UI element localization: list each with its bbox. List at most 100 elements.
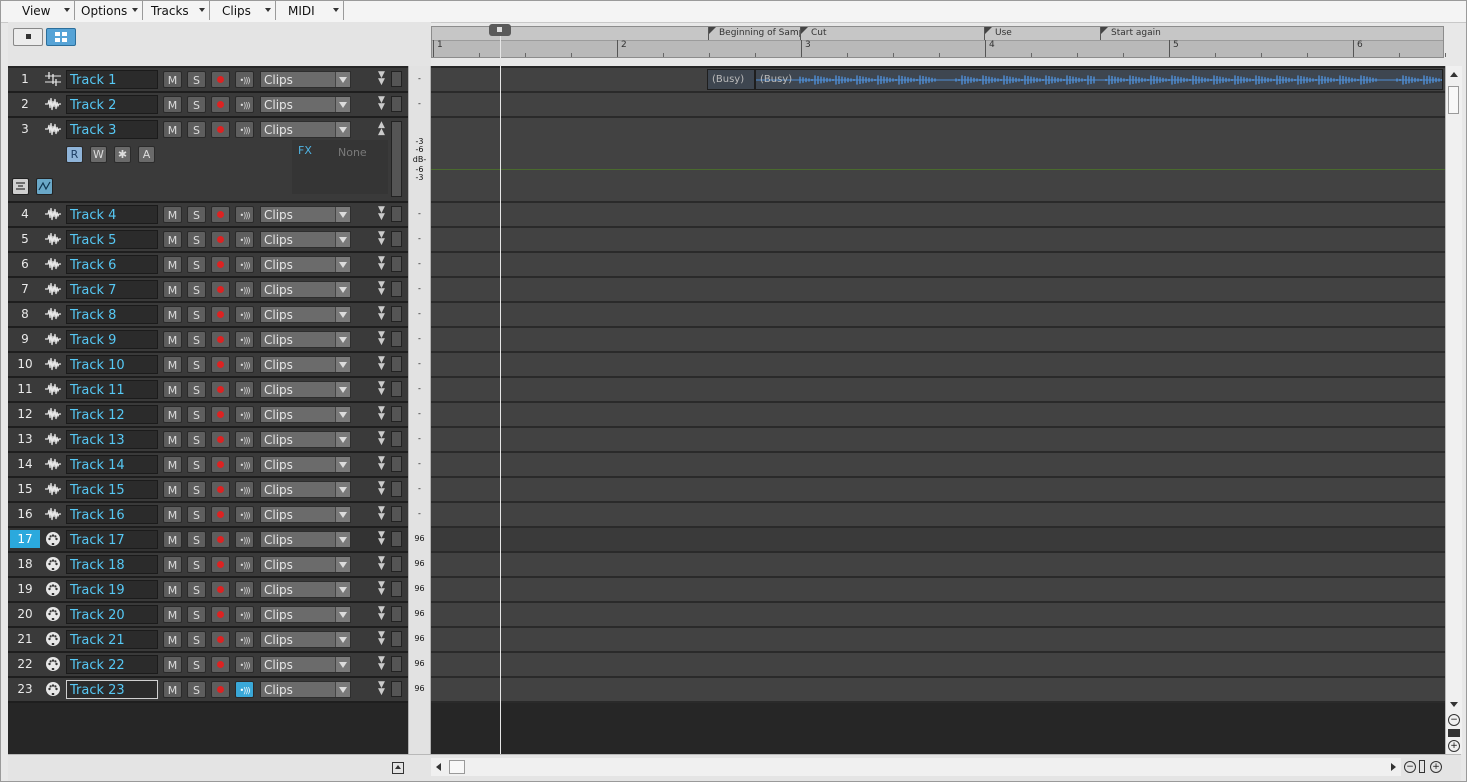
track-volume-value[interactable]: - bbox=[409, 259, 430, 268]
track-number[interactable]: 19 bbox=[8, 578, 42, 600]
track-header-6[interactable]: 6 Track 6 M S •))) Clips ▼ ▼ bbox=[8, 253, 408, 278]
monitor-button[interactable]: •))) bbox=[235, 96, 254, 113]
track-number[interactable]: 12 bbox=[8, 403, 42, 425]
solo-button[interactable]: S bbox=[187, 431, 206, 448]
track-name-field[interactable]: Track 14 bbox=[66, 455, 158, 474]
menu-midi[interactable]: MIDI bbox=[276, 1, 344, 20]
track-number[interactable]: 8 bbox=[8, 303, 42, 325]
mute-button[interactable]: M bbox=[163, 381, 182, 398]
record-arm-button[interactable] bbox=[211, 606, 230, 623]
properties-icon[interactable] bbox=[12, 178, 29, 195]
audio-clip[interactable]: (Busy) bbox=[707, 69, 755, 90]
track-number[interactable]: 13 bbox=[8, 428, 42, 450]
mute-button[interactable]: M bbox=[163, 256, 182, 273]
marker[interactable]: Beginning of Samp bbox=[708, 27, 800, 40]
read-automation-button[interactable]: R bbox=[66, 146, 83, 163]
track-number[interactable]: 11 bbox=[8, 378, 42, 400]
mute-button[interactable]: M bbox=[163, 121, 182, 138]
clips-dropdown[interactable]: Clips bbox=[260, 556, 351, 573]
track-number[interactable]: 23 bbox=[8, 678, 42, 700]
expand-track-icon[interactable]: ▼ ▼ bbox=[378, 431, 386, 447]
monitor-button[interactable]: •))) bbox=[235, 331, 254, 348]
track-header-21[interactable]: 21 Track 21 M S •))) Clips ▼ ▼ bbox=[8, 628, 408, 653]
track-header-1[interactable]: 1 Track 1 M S •))) Clips ▼ ▼ bbox=[8, 68, 408, 93]
clip-area[interactable]: (Busy) (Busy) bbox=[431, 66, 1445, 754]
record-arm-button[interactable] bbox=[211, 456, 230, 473]
mute-button[interactable]: M bbox=[163, 581, 182, 598]
timeline-ruler[interactable]: Beginning of Samp Cut Use Start again 1 … bbox=[431, 26, 1446, 58]
clips-dropdown[interactable]: Clips bbox=[260, 206, 351, 223]
track-volume-value[interactable]: - bbox=[409, 384, 430, 393]
scroll-left-icon[interactable] bbox=[436, 763, 441, 771]
solo-button[interactable]: S bbox=[187, 456, 206, 473]
zoom-out-icon[interactable]: − bbox=[1404, 761, 1416, 773]
track-number[interactable]: 21 bbox=[8, 628, 42, 650]
monitor-button[interactable]: •))) bbox=[235, 456, 254, 473]
track-name-field[interactable]: Track 16 bbox=[66, 505, 158, 524]
monitor-button[interactable]: •))) bbox=[235, 656, 254, 673]
mute-button[interactable]: M bbox=[163, 281, 182, 298]
menu-tracks[interactable]: Tracks bbox=[143, 1, 210, 20]
arm-automation-button[interactable]: A bbox=[138, 146, 155, 163]
clips-dropdown[interactable]: Clips bbox=[260, 231, 351, 248]
monitor-button[interactable]: •))) bbox=[235, 606, 254, 623]
track-lane-19[interactable] bbox=[431, 578, 1445, 603]
record-arm-button[interactable] bbox=[211, 406, 230, 423]
expand-track-icon[interactable]: ▼ ▼ bbox=[378, 531, 386, 547]
track-header-15[interactable]: 15 Track 15 M S •))) Clips ▼ ▼ bbox=[8, 478, 408, 503]
track-volume-value[interactable]: - bbox=[409, 74, 430, 83]
track-name-field[interactable]: Track 23 bbox=[66, 680, 158, 699]
monitor-button[interactable]: •))) bbox=[235, 121, 254, 138]
track-header-8[interactable]: 8 Track 8 M S •))) Clips ▼ ▼ bbox=[8, 303, 408, 328]
solo-button[interactable]: S bbox=[187, 381, 206, 398]
monitor-button[interactable]: •))) bbox=[235, 506, 254, 523]
record-arm-button[interactable] bbox=[211, 381, 230, 398]
track-name-field[interactable]: Track 19 bbox=[66, 580, 158, 599]
track-number[interactable]: 18 bbox=[8, 553, 42, 575]
expand-track-icon[interactable]: ▼ ▼ bbox=[378, 481, 386, 497]
track-header-3[interactable]: 3 Track 3 M S •))) Clips ▲ ▲ R W ✱ A FX None bbox=[8, 118, 408, 203]
track-lane-6[interactable] bbox=[431, 253, 1445, 278]
track-number[interactable]: 4 bbox=[8, 203, 42, 225]
track-header-19[interactable]: 19 Track 19 M S •))) Clips ▼ ▼ bbox=[8, 578, 408, 603]
track-number[interactable]: 10 bbox=[8, 353, 42, 375]
monitor-button[interactable]: •))) bbox=[235, 231, 254, 248]
solo-button[interactable]: S bbox=[187, 631, 206, 648]
horizontal-scrollbar[interactable] bbox=[431, 758, 1401, 776]
monitor-button[interactable]: •))) bbox=[235, 556, 254, 573]
track-header-5[interactable]: 5 Track 5 M S •))) Clips ▼ ▼ bbox=[8, 228, 408, 253]
zoom-in-vertical-icon[interactable]: + bbox=[1448, 740, 1460, 752]
track-lane-18[interactable] bbox=[431, 553, 1445, 578]
solo-button[interactable]: S bbox=[187, 331, 206, 348]
write-automation-button[interactable]: W bbox=[90, 146, 107, 163]
solo-button[interactable]: S bbox=[187, 581, 206, 598]
track-number[interactable]: 14 bbox=[8, 453, 42, 475]
track-name-field[interactable]: Track 5 bbox=[66, 230, 158, 249]
solo-button[interactable]: S bbox=[187, 406, 206, 423]
track-header-9[interactable]: 9 Track 9 M S •))) Clips ▼ ▼ bbox=[8, 328, 408, 353]
expand-track-icon[interactable]: ▼ ▼ bbox=[378, 606, 386, 622]
record-arm-button[interactable] bbox=[211, 96, 230, 113]
track-number[interactable]: 2 bbox=[8, 93, 42, 115]
track-volume-value[interactable]: - bbox=[409, 484, 430, 493]
clips-dropdown[interactable]: Clips bbox=[260, 256, 351, 273]
track-lane-21[interactable] bbox=[431, 628, 1445, 653]
clips-dropdown[interactable]: Clips bbox=[260, 331, 351, 348]
track-name-field[interactable]: Track 13 bbox=[66, 430, 158, 449]
zoom-slider-icon[interactable] bbox=[1448, 729, 1460, 737]
expand-track-icon[interactable]: ▼ ▼ bbox=[378, 281, 386, 297]
monitor-button[interactable]: •))) bbox=[235, 481, 254, 498]
solo-button[interactable]: S bbox=[187, 656, 206, 673]
mute-button[interactable]: M bbox=[163, 431, 182, 448]
track-header-18[interactable]: 18 Track 18 M S •))) Clips ▼ ▼ bbox=[8, 553, 408, 578]
solo-button[interactable]: S bbox=[187, 206, 206, 223]
track-volume-value[interactable]: - bbox=[409, 234, 430, 243]
track-name-field[interactable]: Track 17 bbox=[66, 530, 158, 549]
expand-track-icon[interactable]: ▼ ▼ bbox=[378, 581, 386, 597]
track-lane-15[interactable] bbox=[431, 478, 1445, 503]
track-volume-value[interactable]: - bbox=[409, 459, 430, 468]
track-lane-20[interactable] bbox=[431, 603, 1445, 628]
track-lane-2[interactable] bbox=[431, 93, 1445, 118]
menu-clips[interactable]: Clips bbox=[210, 1, 276, 20]
mute-button[interactable]: M bbox=[163, 71, 182, 88]
